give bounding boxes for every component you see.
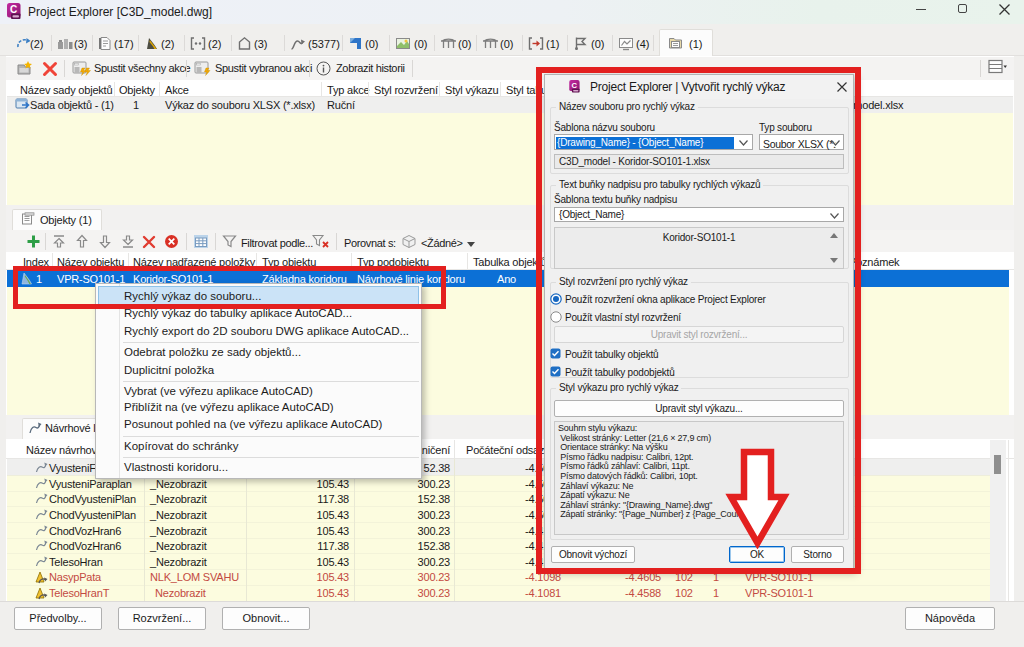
- svg-text:C: C: [10, 4, 17, 15]
